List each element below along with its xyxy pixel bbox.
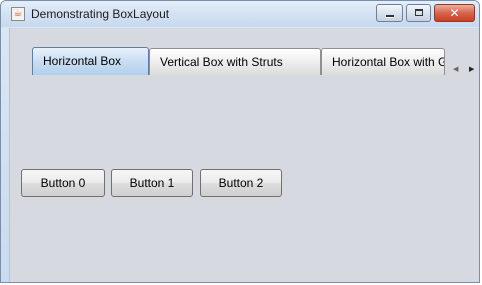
button-1[interactable]: Button 1 [111, 169, 193, 197]
tab-scroll-left-icon[interactable]: ◀ [453, 65, 458, 73]
minimize-button[interactable] [376, 4, 403, 22]
minimize-icon [386, 15, 394, 17]
tab-horizontal-box-with-glue[interactable]: Horizontal Box with Glue [321, 48, 445, 75]
java-app-icon[interactable]: ☕ [11, 7, 25, 21]
close-icon: ✕ [449, 6, 460, 20]
app-window: ☕ Demonstrating BoxLayout ✕ Horizontal B… [0, 0, 480, 283]
maximize-icon [415, 9, 423, 16]
button-2[interactable]: Button 2 [200, 169, 282, 197]
maximize-button[interactable] [406, 4, 431, 22]
button-0[interactable]: Button 0 [21, 169, 105, 197]
title-bar[interactable]: ☕ Demonstrating BoxLayout ✕ [1, 1, 479, 27]
close-button[interactable]: ✕ [434, 4, 475, 22]
tab-vertical-box-with-struts[interactable]: Vertical Box with Struts [149, 48, 321, 75]
tab-scroll-right-icon[interactable]: ▶ [469, 65, 474, 73]
window-title: Demonstrating BoxLayout [31, 7, 170, 21]
tab-horizontal-box[interactable]: Horizontal Box [32, 47, 149, 75]
